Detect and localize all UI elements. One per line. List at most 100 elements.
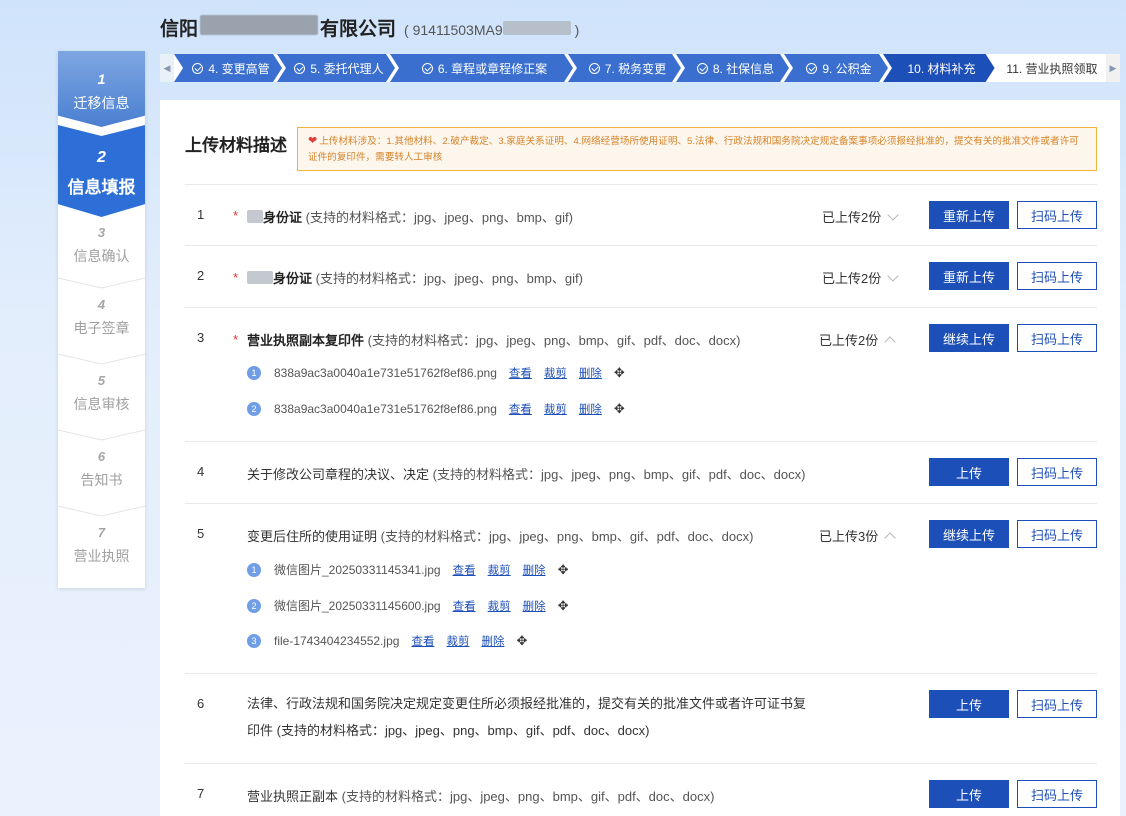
check-circle-icon [588, 62, 600, 74]
step-2[interactable]: 2 信息填报 [58, 125, 145, 217]
scan-upload-button[interactable]: 扫码上传 [1017, 520, 1097, 548]
material-title: 法律、行政法规和国务院决定规定变更住所必须报经批准的，提交有关的批准文件或者许可… [247, 696, 807, 711]
upload-button[interactable]: 上传 [929, 690, 1009, 718]
reupload-button[interactable]: 重新上传 [929, 262, 1009, 290]
crop-link[interactable]: 裁剪 [488, 598, 511, 614]
redacted-company-name [200, 15, 319, 35]
scan-upload-button[interactable]: 扫码上传 [1017, 324, 1097, 352]
material-name: 营业执照正副本 (支持的材料格式：jpg、jpeg、png、bmp、gif、pd… [247, 786, 714, 805]
tab-agent[interactable]: 5. 委托代理人 [286, 54, 392, 82]
upload-button[interactable]: 上传 [929, 458, 1009, 486]
continue-upload-button[interactable]: 继续上传 [929, 324, 1009, 352]
material-title: 身份证 [273, 271, 313, 286]
scan-upload-button[interactable]: 扫码上传 [1017, 201, 1097, 229]
delete-link[interactable]: 删除 [481, 633, 504, 649]
step-label: 信息填报 [67, 178, 136, 197]
view-link[interactable]: 查看 [509, 365, 532, 381]
view-link[interactable]: 查看 [453, 562, 476, 578]
step-1[interactable]: 1 迁移信息 [58, 51, 145, 127]
crop-link[interactable]: 裁剪 [544, 401, 567, 417]
reupload-button[interactable]: 重新上传 [929, 201, 1009, 229]
format-hint: (支持的材料格式：jpg、jpeg、png、bmp、gif、pdf、doc、do… [380, 529, 754, 544]
tab-label: 9. 公积金 [822, 61, 872, 76]
step-number: 5 [97, 373, 106, 388]
tab-materials[interactable]: 10. 材料补充 [892, 54, 991, 82]
format-hint: (支持的材料格式：jpg、jpeg、png、bmp、gif、pdf、doc、do… [432, 467, 806, 482]
step-number: 3 [97, 225, 106, 240]
count-text: 已上传3份 [819, 529, 879, 544]
tabs-scroll-right-icon[interactable]: ▶ [1106, 54, 1120, 82]
move-icon[interactable]: ✥ [614, 365, 625, 381]
notice-text: 上传材料涉及：1.其他材料、2.破产裁定、3.家庭关系证明、4.网络经营场所使用… [308, 136, 1079, 163]
crop-link[interactable]: 裁剪 [446, 633, 469, 649]
step-divider [58, 277, 145, 289]
step-label: 营业执照 [73, 548, 130, 564]
count-text: 已上传2份 [822, 210, 882, 225]
credit-code-prefix: ( 91411503MA9 [404, 22, 503, 38]
view-link[interactable]: 查看 [509, 401, 532, 417]
chevron-up-icon [884, 336, 896, 348]
chevron-down-icon [887, 209, 899, 221]
format-hint: (支持的材料格式：jpg、jpeg、png、bmp、gif) [305, 210, 573, 225]
continue-upload-button[interactable]: 继续上传 [929, 520, 1009, 548]
file-index: 2 [247, 402, 261, 416]
delete-link[interactable]: 删除 [523, 598, 546, 614]
move-icon[interactable]: ✥ [558, 598, 569, 614]
row-number: 3 [197, 330, 205, 345]
divider [185, 673, 1097, 674]
notice-box: ❤ 上传材料涉及：1.其他材料、2.破产裁定、3.家庭关系证明、4.网络经营场所使… [297, 127, 1097, 171]
move-icon[interactable]: ✥ [516, 633, 527, 649]
row-number: 4 [197, 464, 205, 479]
tab-label: 5. 委托代理人 [310, 61, 384, 76]
page-title: 上传材料描述 [185, 136, 287, 155]
material-name: 法律、行政法规和国务院决定规定变更住所必须报经批准的，提交有关的批准文件或者许可… [247, 690, 806, 744]
tab-license-pickup[interactable]: 11. 营业执照领取 [998, 54, 1106, 82]
list-item: 2 838a9ac3a0040a1e731e51762f8ef86.png 查看… [247, 401, 625, 417]
material-title: 营业执照正副本 [247, 789, 339, 804]
tab-social-security[interactable]: 8. 社保信息 [685, 54, 786, 82]
crop-link[interactable]: 裁剪 [544, 365, 567, 381]
delete-link[interactable]: 删除 [579, 365, 602, 381]
file-index: 1 [247, 366, 261, 380]
material-title: 关于修改公司章程的决议、决定 [247, 467, 430, 482]
required-mark: * [233, 270, 239, 285]
scan-upload-button[interactable]: 扫码上传 [1017, 690, 1097, 718]
step-number: 1 [97, 71, 106, 87]
upload-count[interactable]: 已上传3份 [819, 526, 896, 545]
step-number: 2 [97, 149, 106, 166]
move-icon[interactable]: ✥ [614, 401, 625, 417]
view-link[interactable]: 查看 [453, 598, 476, 614]
material-name: 关于修改公司章程的决议、决定 (支持的材料格式：jpg、jpeg、png、bmp… [247, 464, 805, 483]
scan-upload-button[interactable]: 扫码上传 [1017, 780, 1097, 808]
tab-tax[interactable]: 7. 税务变更 [577, 54, 678, 82]
step-number: 4 [97, 297, 106, 312]
delete-link[interactable]: 删除 [579, 401, 602, 417]
upload-count[interactable]: 已上传2份 [822, 207, 899, 226]
upload-count[interactable]: 已上传2份 [819, 330, 896, 349]
step-label: 告知书 [80, 472, 123, 488]
divider [185, 245, 1097, 246]
step-label: 信息确认 [73, 248, 130, 264]
progress-tabs: ◀ 4. 变更高管 5. 委托代理人 6. 章程或章程修正案 7. 税务变更 8… [160, 54, 1120, 82]
divider [185, 441, 1097, 442]
delete-link[interactable]: 删除 [523, 562, 546, 578]
material-title: 营业执照副本复印件 [247, 333, 365, 348]
view-link[interactable]: 查看 [411, 633, 434, 649]
tab-label: 6. 章程或章程修正案 [437, 61, 548, 76]
crop-link[interactable]: 裁剪 [488, 562, 511, 578]
move-icon[interactable]: ✥ [558, 562, 569, 578]
tab-change-executives[interactable]: 4. 变更高管 [183, 54, 279, 82]
redacted-credit-code [502, 21, 571, 35]
tab-label: 7. 税务变更 [604, 61, 667, 76]
tab-housing-fund[interactable]: 9. 公积金 [793, 54, 885, 82]
upload-button[interactable]: 上传 [929, 780, 1009, 808]
upload-count[interactable]: 已上传2份 [822, 268, 899, 287]
tab-articles[interactable]: 6. 章程或章程修正案 [399, 54, 570, 82]
chevron-down-icon [887, 270, 899, 282]
step-number: 6 [97, 449, 106, 464]
tabs-scroll-left-icon[interactable]: ◀ [160, 54, 174, 82]
scan-upload-button[interactable]: 扫码上传 [1017, 458, 1097, 486]
count-text: 已上传2份 [822, 271, 882, 286]
scan-upload-button[interactable]: 扫码上传 [1017, 262, 1097, 290]
format-hint: (支持的材料格式：jpg、jpeg、png、bmp、gif、pdf、doc、do… [367, 333, 741, 348]
